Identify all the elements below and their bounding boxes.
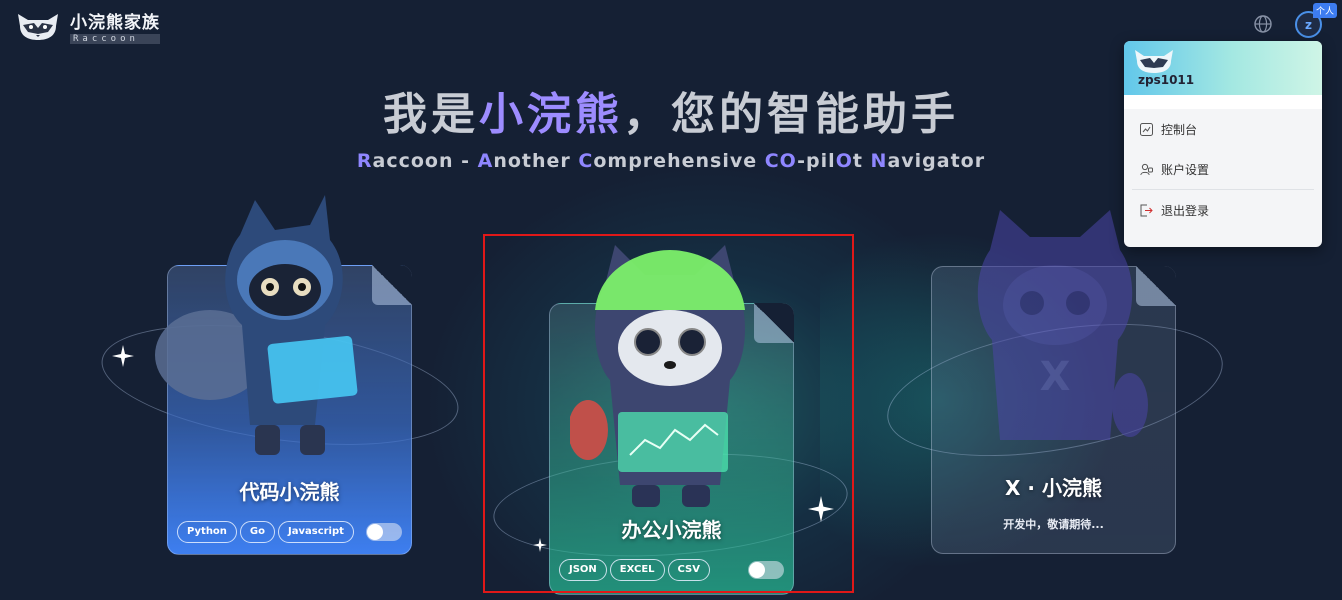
- selection-highlight: [483, 234, 854, 593]
- logout-icon: [1140, 204, 1153, 216]
- hero-subtitle-part: omprehensive: [593, 150, 765, 172]
- dropdown-header: zps1011: [1124, 41, 1322, 95]
- hero-subtitle-part: A: [477, 150, 494, 172]
- tag-list: Python Go Javascript: [177, 521, 354, 543]
- hero-subtitle-part: accoon -: [372, 150, 478, 172]
- hero-title-suffix: ，您的智能助手: [623, 89, 959, 140]
- menu-item-label: 账户设置: [1161, 162, 1210, 177]
- sparkle-icon: [112, 345, 134, 367]
- hero-subtitle-part: nother: [493, 150, 579, 172]
- menu-item-logout[interactable]: 退出登录: [1124, 190, 1322, 230]
- user-dropdown-menu: zps1011 控制台 账户设置 退出登录: [1124, 41, 1322, 247]
- svg-text:X: X: [1040, 354, 1071, 400]
- language-globe-icon[interactable]: [1253, 14, 1273, 34]
- tag-javascript[interactable]: Javascript: [278, 521, 354, 543]
- hero-subtitle-part: N: [870, 150, 888, 172]
- card-title: X · 小浣熊: [1005, 476, 1102, 500]
- logo[interactable]: 小浣熊家族 Raccoon: [14, 8, 160, 44]
- x-raccoon-mascot: X: [977, 210, 1148, 440]
- toggle-knob: [367, 524, 383, 540]
- tag-python[interactable]: Python: [177, 521, 237, 543]
- hero-subtitle-part: O: [835, 150, 853, 172]
- menu-item-account-settings[interactable]: 账户设置: [1124, 149, 1322, 189]
- hero-subtitle-part: -pil: [797, 150, 836, 172]
- hero-title-prefix: 我是: [383, 89, 479, 140]
- dropdown-header-strip: [1124, 95, 1322, 109]
- dropdown-username: zps1011: [1138, 73, 1195, 87]
- tag-go[interactable]: Go: [239, 521, 275, 543]
- user-settings-icon: [1140, 163, 1153, 175]
- menu-item-console[interactable]: 控制台: [1124, 109, 1322, 149]
- hero-subtitle-part: R: [356, 150, 373, 172]
- hero-subtitle-part: CO: [764, 150, 798, 172]
- personal-badge: 个人: [1313, 3, 1338, 18]
- raccoon-avatar-icon: [1135, 50, 1173, 73]
- logo-title: 小浣熊家族: [70, 13, 160, 33]
- card-description: 开发中，敬请期待...: [1003, 518, 1104, 531]
- hero-subtitle-part: t: [852, 150, 871, 172]
- hero-subtitle-part: C: [578, 150, 594, 172]
- hero-title-highlight: 小浣熊: [479, 89, 623, 140]
- menu-item-label: 控制台: [1161, 122, 1198, 137]
- card-title: 代码小浣熊: [239, 480, 340, 504]
- logo-subtitle: Raccoon: [70, 34, 160, 44]
- menu-item-label: 退出登录: [1161, 203, 1210, 218]
- raccoon-logo-icon: [18, 14, 58, 40]
- hero-subtitle-part: avigator: [887, 150, 986, 172]
- chart-icon: [1140, 122, 1153, 136]
- code-raccoon-toggle[interactable]: [366, 523, 402, 541]
- code-raccoon-mascot: [155, 195, 358, 455]
